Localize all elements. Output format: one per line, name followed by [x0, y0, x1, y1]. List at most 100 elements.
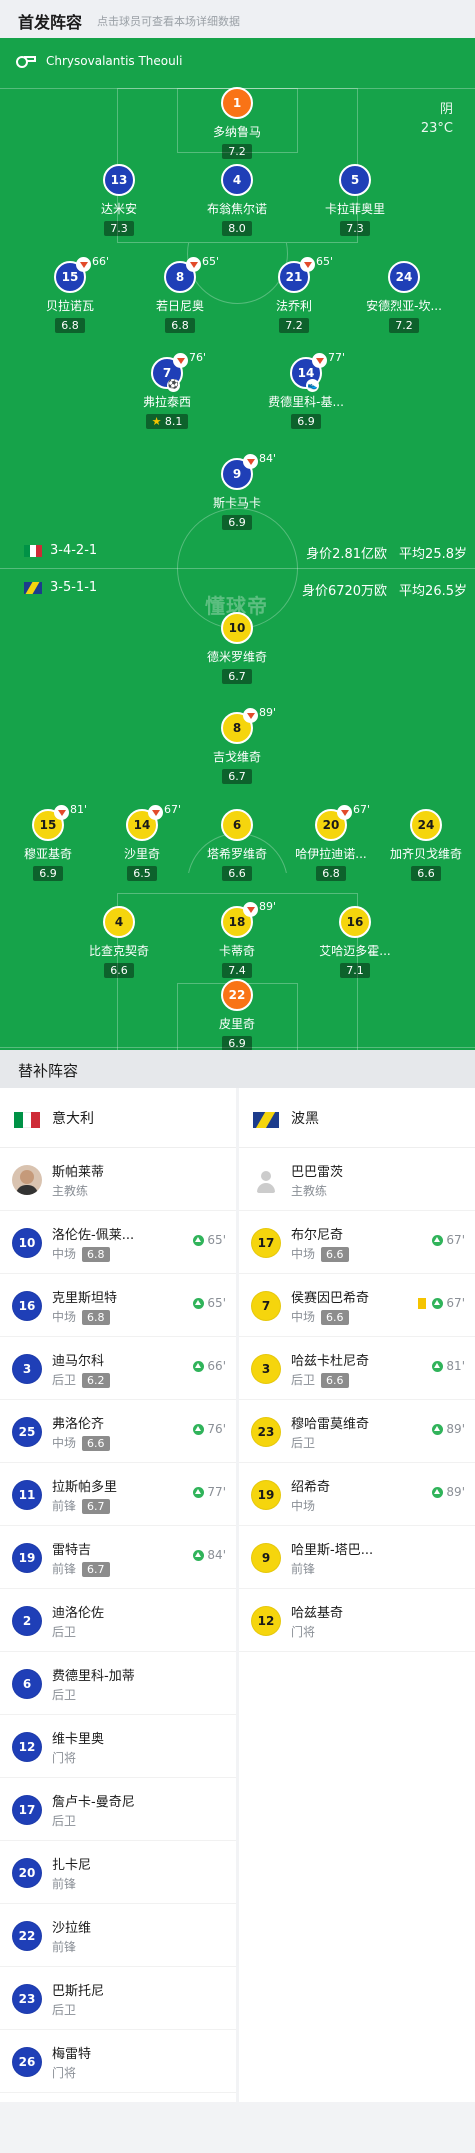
sub-player-row[interactable]: 26 梅雷特 门将: [0, 2030, 236, 2093]
home-average-age: 平均25.8岁: [399, 547, 467, 562]
pitch-player[interactable]: 10 德米罗维奇 6.7: [177, 612, 297, 684]
sub-player-row[interactable]: 12 维卡里奥 门将: [0, 1715, 236, 1778]
assist-boot-icon: 👟: [306, 379, 319, 392]
pitch-player[interactable]: 24 加齐贝戈维奇 6.6: [366, 809, 475, 881]
player-rating: 6.6: [321, 1310, 349, 1325]
sub-player-row[interactable]: 17 布尔尼奇 中场 6.6 67': [239, 1211, 475, 1274]
pitch-player[interactable]: 18 89' 卡蒂奇 7.4: [177, 900, 297, 978]
weather: 阴 23°C: [421, 100, 453, 138]
sub-in-time: 67': [418, 1296, 465, 1310]
italy-flag-icon: [14, 1112, 41, 1128]
pitch-player[interactable]: 9 84' 斯卡马卡 6.9: [177, 452, 297, 530]
pitch-player[interactable]: 5 卡拉菲奥里 7.3: [295, 164, 415, 236]
sub-in-icon: [432, 1423, 444, 1435]
subs-title: 替补阵容: [18, 1062, 79, 1080]
player-rating: 6.7: [222, 669, 252, 684]
player-rating: 6.8: [165, 318, 195, 333]
player-position: 中场 6.8: [52, 1308, 110, 1325]
pitch-player[interactable]: 8 65' 若日尼奥 6.8: [120, 255, 240, 333]
pitch-player[interactable]: 7 76' ⚽ 弗拉泰西 ★ 8.1: [107, 351, 227, 429]
bosnia-flag-icon: [253, 1112, 279, 1128]
sub-player-row[interactable]: 19 雷特吉 前锋 6.7 84': [0, 1526, 236, 1589]
pitch-player[interactable]: 21 65' 法乔利 7.2: [234, 255, 354, 333]
player-number-badge: 1: [221, 87, 253, 119]
referee: Chrysovalantis Theouli: [16, 54, 182, 68]
sub-player-row[interactable]: 23 巴斯托尼 后卫: [0, 1967, 236, 2030]
player-rating: 6.7: [82, 1499, 110, 1514]
player-name: 达米安: [100, 202, 137, 216]
player-position: 后卫: [291, 1436, 316, 1450]
sub-player-row[interactable]: 25 弗洛伦齐 中场 6.6 76': [0, 1400, 236, 1463]
pitch-player[interactable]: 13 达米安 7.3: [59, 164, 179, 236]
player-rating: 6.8: [82, 1310, 110, 1325]
sub-in-icon: [193, 1234, 205, 1246]
player-name: 多纳鲁马: [212, 125, 261, 139]
player-rating: 6.9: [222, 515, 252, 530]
sub-player-row[interactable]: 17 詹卢卡-曼奇尼 后卫: [0, 1778, 236, 1841]
away-team-header: 波黑: [239, 1088, 475, 1148]
coach-row[interactable]: 斯帕莱蒂 主教练: [0, 1148, 236, 1211]
sub-in-time: 67': [432, 1233, 465, 1247]
pitch-player[interactable]: 16 艾哈迈多霍... 7.1: [295, 906, 415, 978]
sub-player-row[interactable]: 12 哈兹基奇 门将: [239, 1589, 475, 1652]
pitch-player[interactable]: 8 89' 吉戈维奇 6.7: [177, 706, 297, 784]
player-rating: 6.6: [104, 963, 134, 978]
pitch-player[interactable]: 4 比查克契奇 6.6: [59, 906, 179, 978]
sub-player-row[interactable]: 23 穆哈雷莫维奇 后卫 89': [239, 1400, 475, 1463]
player-position: 后卫: [52, 1688, 77, 1702]
sub-player-row[interactable]: 3 迪马尔科 后卫 6.2 66': [0, 1337, 236, 1400]
sub-player-row[interactable]: 2 迪洛伦佐 后卫: [0, 1589, 236, 1652]
sub-in-minute: 76': [207, 1422, 226, 1436]
player-number-badge: 12: [12, 1732, 42, 1762]
player-rating: 7.4: [222, 963, 252, 978]
pitch-player[interactable]: 24 安德烈亚-坎... 7.2: [344, 261, 464, 333]
sub-player-row[interactable]: 19 绍希奇 中场 89': [239, 1463, 475, 1526]
player-rating: 6.9: [222, 1036, 252, 1050]
player-name: 拉斯帕多里: [52, 1480, 118, 1495]
sub-in-minute: 65': [207, 1296, 226, 1310]
sub-player-row[interactable]: 20 扎卡尼 前锋: [0, 1841, 236, 1904]
player-name: 穆哈雷莫维奇: [291, 1417, 370, 1432]
sub-out-icon: [300, 257, 315, 272]
sub-player-row[interactable]: 6 费德里科-加蒂 后卫: [0, 1652, 236, 1715]
player-number-badge: 12: [251, 1606, 281, 1636]
player-number-badge: 13: [103, 164, 135, 196]
pitch-player[interactable]: 14 77' 👟 费德里科-基... 6.9: [246, 351, 366, 429]
sub-player-row[interactable]: 9 哈里斯-塔巴... 前锋: [239, 1526, 475, 1589]
player-rating: ★ 8.1: [145, 414, 189, 429]
sub-in-icon: [193, 1486, 205, 1498]
player-rating: 6.8: [316, 866, 346, 881]
player-name: 法乔利: [275, 299, 312, 313]
player-number-badge: 19: [12, 1543, 42, 1573]
player-number-badge: 4: [221, 164, 253, 196]
player-rating: 6.7: [82, 1562, 110, 1577]
player-position: 门将: [52, 2066, 77, 2080]
pitch-player[interactable]: 1 多纳鲁马 7.2: [177, 87, 297, 159]
player-number-badge: 24: [410, 809, 442, 841]
sub-player-row[interactable]: 7 侯赛因巴希奇 中场 6.6 67': [239, 1274, 475, 1337]
player-name: 洛伦佐-佩莱...: [52, 1228, 135, 1243]
coach-row[interactable]: 巴巴雷茨 主教练: [239, 1148, 475, 1211]
sub-player-row[interactable]: 11 拉斯帕多里 前锋 6.7 77': [0, 1463, 236, 1526]
sub-in-icon: [193, 1297, 205, 1309]
sub-player-row[interactable]: 22 沙拉维 前锋: [0, 1904, 236, 1967]
bosnia-flag-icon: [24, 581, 42, 594]
player-name: 布翁焦尔诺: [206, 202, 267, 216]
pitch-player[interactable]: 22 皮里奇 6.9: [177, 979, 297, 1050]
player-name: 斯卡马卡: [212, 496, 261, 510]
sub-time: 89': [259, 900, 277, 913]
sub-player-row[interactable]: 10 洛伦佐-佩莱... 中场 6.8 65': [0, 1211, 236, 1274]
player-number-badge: 8 89': [221, 706, 276, 744]
sub-player-row[interactable]: 3 哈兹卡杜尼奇 后卫 6.6 81': [239, 1337, 475, 1400]
pitch-player[interactable]: 4 布翁焦尔诺 8.0: [177, 164, 297, 236]
player-name: 沙拉维: [52, 1921, 92, 1936]
player-number-badge: 20: [12, 1858, 42, 1888]
player-rating: 8.0: [222, 221, 252, 236]
player-name: 费德里科-加蒂: [52, 1669, 135, 1684]
pitch-player[interactable]: 15 66' 贝拉诺瓦 6.8: [10, 255, 130, 333]
away-formation-text: 3-5-1-1: [50, 580, 98, 595]
player-number-badge: 3: [251, 1354, 281, 1384]
player-name: 梅雷特: [52, 2047, 92, 2062]
sub-in-icon: [432, 1486, 444, 1498]
sub-player-row[interactable]: 16 克里斯坦特 中场 6.8 65': [0, 1274, 236, 1337]
